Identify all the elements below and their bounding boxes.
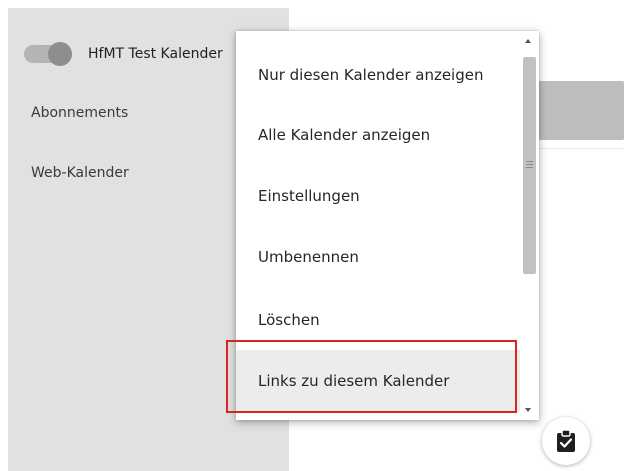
grip-line <box>526 167 533 168</box>
menu-item-show-all-calendars[interactable]: Alle Kalender anzeigen <box>236 104 520 166</box>
calendar-visibility-toggle[interactable] <box>24 41 74 67</box>
sidebar-item-web-kalender[interactable]: Web-Kalender <box>31 165 129 181</box>
calendar-row[interactable]: HfMT Test Kalender <box>24 39 223 69</box>
scrollbar-thumb[interactable] <box>523 57 536 274</box>
scroll-down-arrow-icon[interactable] <box>525 408 531 412</box>
clipboard-check-icon <box>557 429 575 452</box>
grip-line <box>526 164 533 165</box>
menu-item-show-only-this-calendar[interactable]: Nur diesen Kalender anzeigen <box>236 44 520 106</box>
menu-item-settings[interactable]: Einstellungen <box>236 165 520 227</box>
scroll-up-arrow-icon[interactable] <box>525 39 531 43</box>
toggle-knob <box>48 42 72 66</box>
tasks-button[interactable] <box>542 417 590 465</box>
main-divider <box>535 148 624 149</box>
calendar-name: HfMT Test Kalender <box>88 46 223 62</box>
annotation-highlight-box <box>226 340 517 413</box>
sidebar-item-abonnements[interactable]: Abonnements <box>31 105 128 121</box>
grip-line <box>526 161 533 162</box>
menu-scrollbar[interactable] <box>520 31 539 420</box>
menu-item-rename[interactable]: Umbenennen <box>236 226 520 288</box>
main-header-bar <box>535 81 624 140</box>
